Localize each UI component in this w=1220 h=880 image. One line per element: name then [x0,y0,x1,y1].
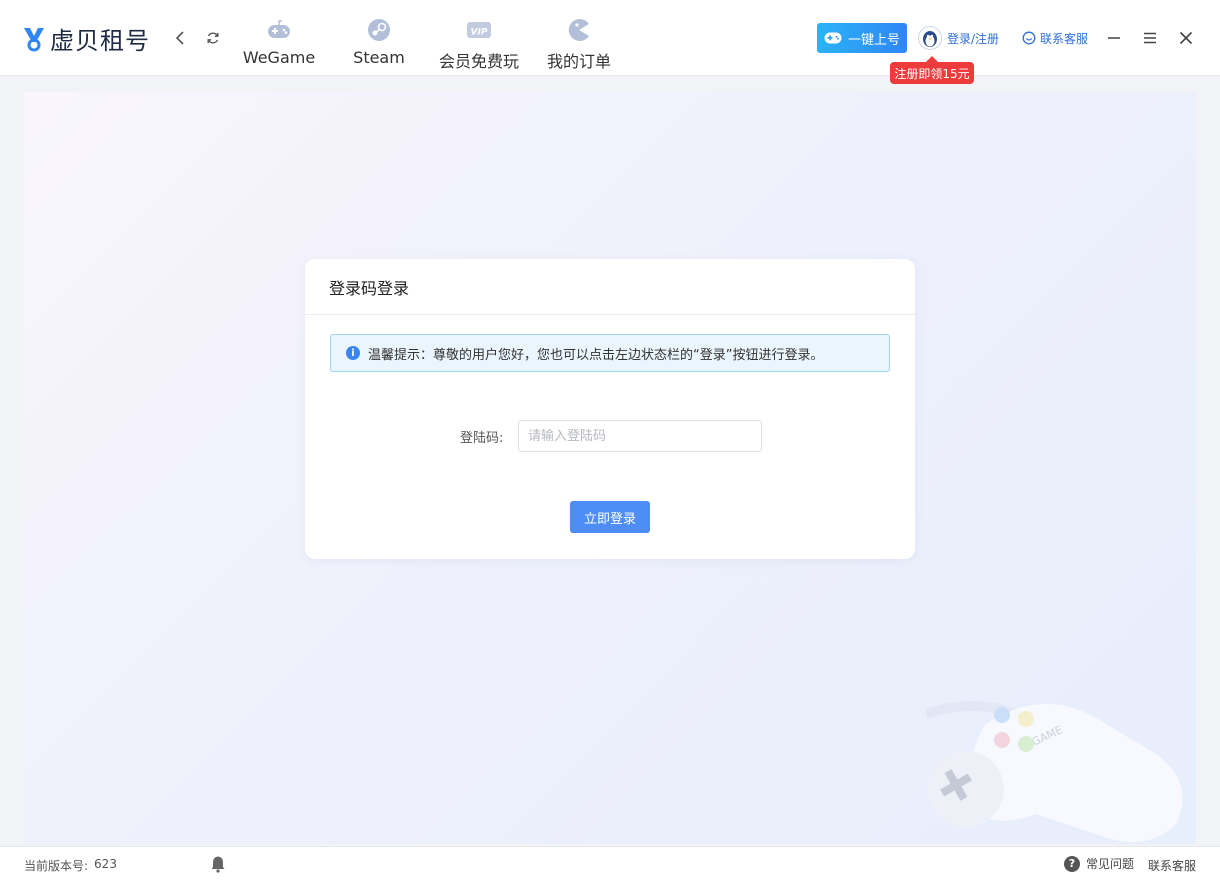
contact-service-label: 联系客服 [1040,31,1089,46]
vip-icon: VIP [465,16,493,44]
main-content: GAME 登录码登录 i 温馨提示：尊敬的用户您好，您也可以点击左边状态栏的“登… [24,92,1196,844]
nav-item-label: Steam [353,48,405,67]
help-icon: ? [1064,855,1080,872]
contact-service-link[interactable]: 联系客服 [1022,28,1088,48]
login-card: 登录码登录 i 温馨提示：尊敬的用户您好，您也可以点击左边状态栏的“登录”按钮进… [305,259,915,559]
card-title: 登录码登录 [329,278,410,298]
login-code-field-row: 登陆码: [305,420,915,452]
gamepad-icon [265,16,293,44]
nav-item-label: 会员免费玩 [438,52,519,71]
login-code-input[interactable] [518,420,762,452]
card-header: 登录码登录 [305,259,915,315]
tip-alert: i 温馨提示：尊敬的用户您好，您也可以点击左边状态栏的“登录”按钮进行登录。 [330,334,890,372]
refresh-icon [207,32,219,44]
svg-text:VIP: VIP [471,28,488,38]
nav-item-label: WeGame [242,48,316,67]
hamburger-menu-icon [1144,32,1156,44]
tip-text: 温馨提示：尊敬的用户您好，您也可以点击左边状态栏的“登录”按钮进行登录。 [368,347,824,363]
penguin-avatar-icon [923,31,937,47]
headset-icon [1022,31,1036,45]
pacman-icon [565,16,593,44]
faq-link[interactable]: ? 常见问题 [1064,855,1134,872]
nav-item-wegame[interactable]: WeGame [229,16,329,72]
login-code-label: 登陆码: [460,431,504,446]
nav-item-steam[interactable]: Steam [329,16,429,72]
minimize-icon [1108,37,1120,39]
logo-mark-icon [24,28,44,52]
version-info: 当前版本号: 623 [24,857,117,874]
quick-login-label: 一键上号 [847,32,900,48]
nav-item-label: 我的订单 [546,52,611,71]
nav-item-vip[interactable]: VIP 会员免费玩 [429,16,529,72]
bell-icon[interactable] [210,855,226,873]
login-register-label: 登录/注册 [947,31,1000,46]
back-button[interactable] [168,26,192,50]
gamepad-icon [824,32,842,44]
faq-label: 常见问题 [1086,857,1135,871]
top-bar: 虚贝租号 WeGame Steam VIP 会员免费玩 我的订单 一键上号 登录… [0,0,1220,84]
status-bar: 当前版本号: 623 ? 常见问题 联系客服 [0,846,1220,880]
chevron-left-icon [175,31,184,45]
login-submit-button[interactable]: 立即登录 [570,501,650,533]
menu-button[interactable] [1138,26,1162,50]
close-button[interactable] [1174,26,1198,50]
version-label: 当前版本号: [24,859,89,873]
game-controller-decoration-icon: GAME [926,701,1183,842]
minimize-button[interactable] [1102,26,1126,50]
app-name: 虚贝租号 [50,26,150,55]
app-logo[interactable]: 虚贝租号 [22,22,150,55]
promo-badge[interactable]: 注册即领15元 [890,56,974,84]
footer-contact-service-link[interactable]: 联系客服 [1148,857,1196,874]
avatar [918,26,942,50]
quick-login-button[interactable]: 一键上号 [817,23,907,53]
info-icon: i [346,346,360,360]
steam-icon [365,16,393,44]
login-register-link[interactable]: 登录/注册 [918,25,999,51]
nav-item-orders[interactable]: 我的订单 [529,16,629,72]
refresh-button[interactable] [201,26,225,50]
version-value: 623 [94,857,117,871]
close-icon [1179,31,1193,45]
